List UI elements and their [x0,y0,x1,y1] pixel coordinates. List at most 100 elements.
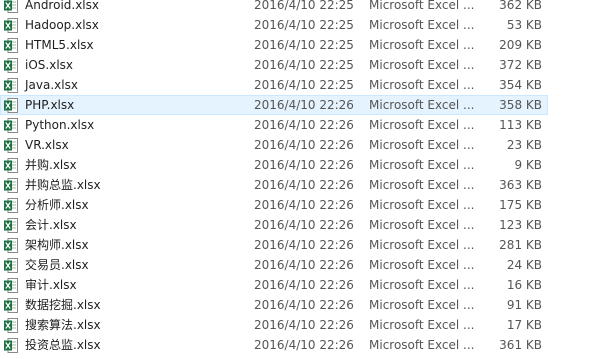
file-type: Microsoft Excel ... [369,38,475,52]
file-date-modified: 2016/4/10 22:25 [254,0,354,12]
file-date-modified: 2016/4/10 22:26 [254,258,354,272]
excel-file-icon [4,78,18,93]
file-type: Microsoft Excel ... [369,258,475,272]
file-name: 会计.xlsx [25,218,77,232]
excel-file-icon [4,258,18,273]
file-name: 并购总监.xlsx [25,178,101,192]
file-row[interactable]: VR.xlsx 2016/4/10 22:26 Microsoft Excel … [0,135,548,155]
file-row[interactable]: 会计.xlsx 2016/4/10 22:26 Microsoft Excel … [0,215,548,235]
file-date-modified: 2016/4/10 22:25 [254,18,354,32]
file-type: Microsoft Excel ... [369,98,475,112]
file-type: Microsoft Excel ... [369,178,475,192]
file-size: 113 KB [499,118,542,132]
file-size: 53 KB [506,18,542,32]
excel-file-icon [4,238,18,253]
excel-file-icon [4,38,18,53]
excel-file-icon [4,298,18,313]
file-name: Android.xlsx [25,0,99,12]
file-name: Java.xlsx [25,78,78,92]
file-date-modified: 2016/4/10 22:26 [254,238,354,252]
file-name: 架构师.xlsx [25,238,89,252]
file-size: 281 KB [499,238,542,252]
file-size: 23 KB [506,138,542,152]
file-name: 数据挖掘.xlsx [25,298,101,312]
file-type: Microsoft Excel ... [369,218,475,232]
excel-file-icon [4,138,18,153]
file-row[interactable]: Hadoop.xlsx 2016/4/10 22:25 Microsoft Ex… [0,15,548,35]
file-name: 审计.xlsx [25,278,77,292]
file-row[interactable]: 交易员.xlsx 2016/4/10 22:26 Microsoft Excel… [0,255,548,275]
file-name: Python.xlsx [25,118,95,132]
file-size: 363 KB [499,178,542,192]
file-row[interactable]: 投资总监.xlsx 2016/4/10 22:26 Microsoft Exce… [0,335,548,355]
file-date-modified: 2016/4/10 22:26 [254,118,354,132]
file-type: Microsoft Excel ... [369,198,475,212]
excel-file-icon [4,98,18,113]
file-date-modified: 2016/4/10 22:26 [254,158,354,172]
file-row[interactable]: 并购.xlsx 2016/4/10 22:26 Microsoft Excel … [0,155,548,175]
file-type: Microsoft Excel ... [369,338,475,352]
file-date-modified: 2016/4/10 22:26 [254,278,354,292]
excel-file-icon [4,158,18,173]
file-type: Microsoft Excel ... [369,138,475,152]
file-type: Microsoft Excel ... [369,0,475,12]
file-date-modified: 2016/4/10 22:26 [254,138,354,152]
file-name: 分析师.xlsx [25,198,89,212]
file-row[interactable]: Python.xlsx 2016/4/10 22:26 Microsoft Ex… [0,115,548,135]
file-size: 24 KB [506,258,542,272]
file-date-modified: 2016/4/10 22:26 [254,178,354,192]
file-name: HTML5.xlsx [25,38,94,52]
file-type: Microsoft Excel ... [369,238,475,252]
file-size: 91 KB [506,298,542,312]
excel-file-icon [4,178,18,193]
excel-file-icon [4,338,18,353]
file-size: 362 KB [499,0,542,12]
excel-file-icon [4,218,18,233]
file-date-modified: 2016/4/10 22:26 [254,198,354,212]
excel-file-icon [4,118,18,133]
file-size: 372 KB [499,58,542,72]
file-type: Microsoft Excel ... [369,18,475,32]
file-row[interactable]: 审计.xlsx 2016/4/10 22:26 Microsoft Excel … [0,275,548,295]
file-row[interactable]: 架构师.xlsx 2016/4/10 22:26 Microsoft Excel… [0,235,548,255]
file-type: Microsoft Excel ... [369,278,475,292]
file-size: 123 KB [499,218,542,232]
file-date-modified: 2016/4/10 22:25 [254,58,354,72]
file-row[interactable]: HTML5.xlsx 2016/4/10 22:25 Microsoft Exc… [0,35,548,55]
file-date-modified: 2016/4/10 22:25 [254,78,354,92]
file-row[interactable]: 数据挖掘.xlsx 2016/4/10 22:26 Microsoft Exce… [0,295,548,315]
file-type: Microsoft Excel ... [369,318,475,332]
file-size: 361 KB [499,338,542,352]
file-size: 175 KB [499,198,542,212]
file-size: 209 KB [499,38,542,52]
file-row[interactable]: 搜索算法.xlsx 2016/4/10 22:26 Microsoft Exce… [0,315,548,335]
file-name: VR.xlsx [25,138,69,152]
excel-file-icon [4,58,18,73]
file-row[interactable]: 分析师.xlsx 2016/4/10 22:26 Microsoft Excel… [0,195,548,215]
file-size: 358 KB [499,98,542,112]
file-row[interactable]: PHP.xlsx 2016/4/10 22:26 Microsoft Excel… [0,95,548,115]
file-name: Hadoop.xlsx [25,18,99,32]
file-name: 并购.xlsx [25,158,77,172]
file-date-modified: 2016/4/10 22:26 [254,338,354,352]
file-name: 投资总监.xlsx [25,338,101,352]
file-date-modified: 2016/4/10 22:26 [254,298,354,312]
file-size: 17 KB [506,318,542,332]
file-date-modified: 2016/4/10 22:26 [254,218,354,232]
file-list: Android.xlsx 2016/4/10 22:25 Microsoft E… [0,0,600,359]
file-name: iOS.xlsx [25,58,73,72]
file-type: Microsoft Excel ... [369,158,475,172]
excel-file-icon [4,18,18,33]
file-row[interactable]: Android.xlsx 2016/4/10 22:25 Microsoft E… [0,0,548,15]
file-type: Microsoft Excel ... [369,298,475,312]
file-name: 交易员.xlsx [25,258,89,272]
file-date-modified: 2016/4/10 22:26 [254,98,354,112]
file-type: Microsoft Excel ... [369,118,475,132]
file-row[interactable]: 并购总监.xlsx 2016/4/10 22:26 Microsoft Exce… [0,175,548,195]
file-name: PHP.xlsx [25,98,75,112]
file-row[interactable]: Java.xlsx 2016/4/10 22:25 Microsoft Exce… [0,75,548,95]
file-size: 354 KB [499,78,542,92]
excel-file-icon [4,278,18,293]
file-row[interactable]: iOS.xlsx 2016/4/10 22:25 Microsoft Excel… [0,55,548,75]
file-name: 搜索算法.xlsx [25,318,101,332]
